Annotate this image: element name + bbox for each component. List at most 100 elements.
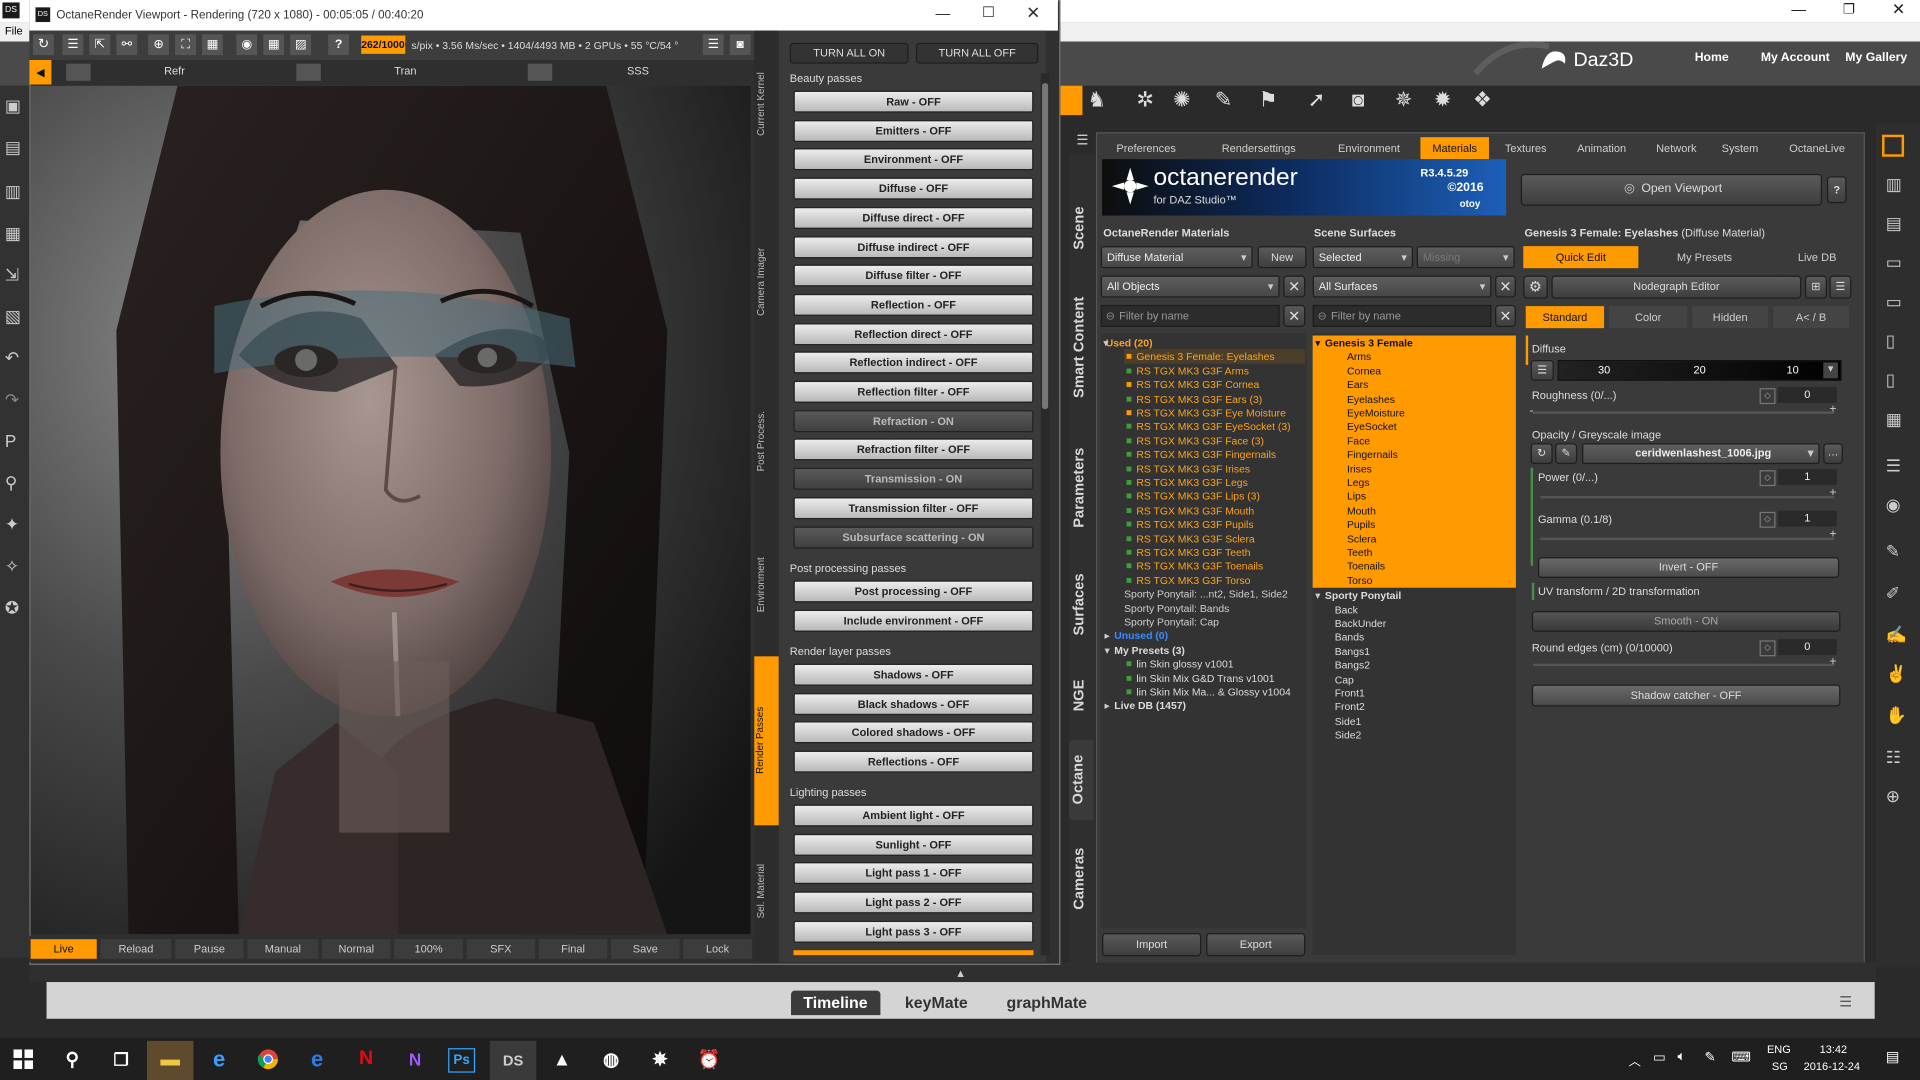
layout-single-icon[interactable] bbox=[1882, 134, 1905, 157]
layout-hsplit-icon[interactable]: ▤ bbox=[1886, 213, 1902, 234]
tab-materials[interactable]: Materials bbox=[1420, 137, 1489, 160]
pass-toggle-button[interactable]: Include environment - OFF bbox=[793, 609, 1034, 632]
power-value[interactable]: 1 bbox=[1777, 468, 1837, 485]
preset-list-item[interactable]: lin Skin glossy v1001 bbox=[1136, 658, 1233, 670]
pen-tool-icon[interactable]: ✎ bbox=[1886, 541, 1900, 562]
ponytail-header[interactable]: Sporty Ponytail bbox=[1325, 589, 1401, 601]
material-list-item[interactable]: RS TGX MK3 G3F Mouth bbox=[1136, 504, 1254, 516]
octane-render-icon[interactable]: ✵ bbox=[1395, 88, 1412, 112]
new-material-button[interactable]: New bbox=[1257, 246, 1307, 269]
presets-header[interactable]: My Presets (3) bbox=[1114, 644, 1185, 656]
surface-list-item[interactable]: Front1 bbox=[1335, 687, 1365, 699]
network-render-icon[interactable]: ⚯ bbox=[116, 34, 138, 56]
viewport-close-icon[interactable]: ✕ bbox=[1026, 2, 1040, 23]
material-type-select[interactable]: Diffuse Material ▾ bbox=[1100, 246, 1253, 269]
diffuse-menu-icon[interactable]: ☰ bbox=[1530, 360, 1554, 381]
list-tool-icon[interactable]: ☷ bbox=[1886, 747, 1901, 768]
invert-button[interactable]: Invert - OFF bbox=[1537, 557, 1840, 578]
pass-toggle-button[interactable]: Post processing - OFF bbox=[793, 580, 1034, 603]
timeline-splitter[interactable] bbox=[29, 962, 1876, 983]
refresh-icon[interactable]: ↻ bbox=[33, 34, 54, 56]
surface-list-item[interactable]: Legs bbox=[1347, 476, 1370, 488]
roughness-value[interactable]: 0 bbox=[1777, 386, 1837, 403]
surfaces-filter-input[interactable]: ⊖ Filter by name bbox=[1312, 304, 1492, 327]
sculpt-tool-icon[interactable]: ✍ bbox=[1886, 624, 1907, 645]
pass-toggle-button[interactable]: Reflection filter - OFF bbox=[793, 380, 1034, 403]
side-tab-scene[interactable]: Scene bbox=[1070, 196, 1094, 260]
layout-right-icon[interactable]: ▯ bbox=[1886, 370, 1895, 391]
pen-tray-icon[interactable]: ✎ bbox=[1704, 1049, 1715, 1066]
lock-button[interactable]: Lock bbox=[683, 939, 752, 959]
live-button[interactable]: Live bbox=[30, 939, 97, 959]
diffuse-dropdown-icon[interactable]: ▾ bbox=[1823, 362, 1838, 379]
search-icon[interactable]: ⚲ bbox=[56, 1044, 88, 1073]
pass-toggle-button[interactable]: Subsurface scattering - ON bbox=[793, 525, 1034, 548]
passes-scroll-thumb[interactable] bbox=[1042, 83, 1049, 409]
pass-toggle-button[interactable]: Ambient light - OFF bbox=[793, 804, 1034, 827]
side-tab-surfaces[interactable]: Surfaces bbox=[1070, 563, 1094, 646]
materials-filter-input[interactable]: ⊖ Filter by name bbox=[1100, 304, 1280, 327]
task-view-icon[interactable]: ❐ bbox=[105, 1044, 137, 1073]
round-edges-texture-icon[interactable]: ◇ bbox=[1759, 640, 1776, 657]
pass-toggle-button[interactable]: Light pass 3 - OFF bbox=[793, 920, 1034, 943]
opacity-more-icon[interactable]: … bbox=[1823, 443, 1843, 465]
expand-arrow-icon[interactable]: ▸ bbox=[1104, 630, 1109, 643]
pass-back-arrow-icon[interactable]: ◀ bbox=[29, 60, 52, 85]
surface-list-item[interactable]: Toenails bbox=[1347, 560, 1385, 572]
collapse-arrow-icon[interactable]: ▾ bbox=[1315, 337, 1320, 350]
onenote-icon[interactable]: N bbox=[399, 1044, 431, 1073]
unused-materials-header[interactable]: Unused (0) bbox=[1114, 630, 1168, 642]
netflix-icon[interactable]: N bbox=[350, 1044, 382, 1073]
surface-list-item[interactable]: BackUnder bbox=[1335, 617, 1387, 629]
help-button[interactable]: ? bbox=[1826, 176, 1847, 204]
clear-surfaces-button[interactable]: ✕ bbox=[1495, 275, 1516, 298]
surface-list-item[interactable]: EyeSocket bbox=[1347, 420, 1397, 432]
file-explorer-icon[interactable]: ▬ bbox=[146, 1040, 194, 1080]
globe-app-icon[interactable]: ◍ bbox=[595, 1044, 627, 1073]
pass-toggle-button[interactable]: Raw - OFF bbox=[793, 90, 1034, 113]
gamma-slider[interactable] bbox=[1540, 537, 1835, 541]
surface-list-item[interactable]: Bangs1 bbox=[1335, 645, 1370, 657]
internet-explorer-icon[interactable]: e bbox=[203, 1044, 235, 1073]
genesis-header[interactable]: Genesis 3 Female bbox=[1325, 337, 1413, 349]
list-view-icon[interactable]: ☰ bbox=[1829, 275, 1852, 299]
weight-tool-icon[interactable]: ✺ bbox=[1173, 88, 1190, 112]
layout-split-icon[interactable]: ▥ bbox=[1886, 174, 1902, 195]
expand-arrow-icon[interactable]: ▸ bbox=[1104, 700, 1109, 713]
alarm-clock-icon[interactable]: ⏰ bbox=[693, 1044, 725, 1073]
pass-toggle-button[interactable]: Black shadows - OFF bbox=[793, 692, 1034, 715]
export-button[interactable]: Export bbox=[1206, 933, 1306, 957]
material-list-item[interactable]: RS TGX MK3 G3F Irises bbox=[1136, 462, 1250, 474]
image-app-icon[interactable]: ▲ bbox=[546, 1044, 578, 1073]
undo-icon[interactable]: ↶ bbox=[5, 348, 19, 369]
used-materials-header[interactable]: Used (20) bbox=[1106, 337, 1153, 349]
tab-system[interactable]: System bbox=[1714, 137, 1765, 159]
region-render-icon[interactable]: ⛶ bbox=[175, 34, 196, 56]
material-list-item[interactable]: RS TGX MK3 G3F Face (3) bbox=[1136, 434, 1264, 446]
close-icon[interactable]: ✕ bbox=[1892, 0, 1905, 20]
figure-icon[interactable]: ⚲ bbox=[5, 473, 18, 494]
expand-timeline-icon[interactable]: ▲ bbox=[955, 967, 966, 979]
surface-list-item[interactable]: Fingernails bbox=[1347, 448, 1398, 460]
minimize-icon[interactable]: — bbox=[1791, 1, 1806, 18]
menu-file[interactable]: File bbox=[5, 24, 23, 36]
film-region-icon[interactable]: ▦ bbox=[202, 34, 223, 56]
surface-list-item[interactable]: Torso bbox=[1347, 574, 1372, 586]
material-list-item[interactable]: RS TGX MK3 G3F Pupils bbox=[1136, 518, 1253, 530]
tab-graphmate[interactable]: graphMate bbox=[994, 991, 1099, 1015]
livedb-header[interactable]: Live DB (1457) bbox=[1114, 700, 1186, 712]
chrome-icon[interactable] bbox=[252, 1044, 284, 1073]
import-button[interactable]: Import bbox=[1102, 933, 1202, 957]
view-tab-color[interactable]: Color bbox=[1608, 306, 1688, 329]
missing-select[interactable]: Missing ▾ bbox=[1416, 246, 1515, 269]
viewport-maximize-icon[interactable]: ☐ bbox=[982, 4, 995, 21]
pass-toggle-button[interactable]: Refraction filter - OFF bbox=[793, 438, 1034, 461]
octane-standalone-icon[interactable]: ✵ bbox=[644, 1044, 676, 1073]
side-tab-nge[interactable]: NGE bbox=[1070, 671, 1094, 720]
pass-toggle-button[interactable]: Diffuse indirect - OFF bbox=[793, 235, 1034, 258]
tab-quick-edit[interactable]: Quick Edit bbox=[1523, 246, 1639, 269]
tray-chevron-icon[interactable]: ︿ bbox=[1629, 1051, 1641, 1069]
keyboard-icon[interactable]: ⌨ bbox=[1731, 1049, 1750, 1066]
material-list-item[interactable]: Sporty Ponytail: Cap bbox=[1124, 616, 1219, 628]
turn-all-on-button[interactable]: TURN ALL ON bbox=[789, 42, 909, 64]
